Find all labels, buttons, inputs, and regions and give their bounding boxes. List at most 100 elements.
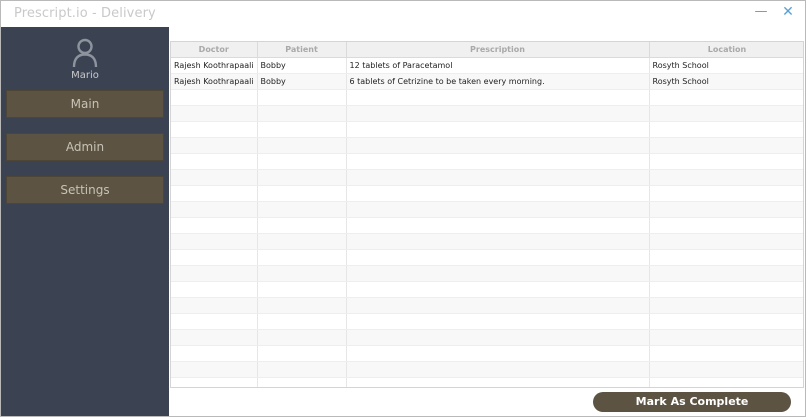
main-content: Doctor Patient Prescription Location Raj… [169,27,805,416]
empty-cell [171,377,258,387]
cell-location[interactable]: Rosyth School [649,57,803,74]
empty-row [171,265,803,282]
empty-row [171,313,803,330]
empty-cell [346,345,650,362]
empty-cell [346,265,650,282]
empty-row [171,297,803,314]
empty-cell [257,345,347,362]
empty-cell [346,169,650,186]
empty-cell [171,281,258,298]
empty-cell [649,217,803,234]
table-row[interactable]: Rajesh Koothrapaali Bobby 6 tablets of C… [171,73,803,90]
empty-cell [257,201,347,218]
empty-row [171,345,803,362]
empty-cell [171,265,258,282]
mark-complete-button[interactable]: Mark As Complete [593,392,791,412]
delivery-table: Doctor Patient Prescription Location Raj… [171,42,803,387]
empty-cell [649,105,803,122]
empty-cell [649,185,803,202]
empty-cell [649,377,803,387]
empty-cell [171,121,258,138]
empty-row [171,217,803,234]
cell-location[interactable]: Rosyth School [649,73,803,90]
empty-cell [171,217,258,234]
empty-cell [257,313,347,330]
empty-cell [171,169,258,186]
empty-cell [346,217,650,234]
cell-patient[interactable]: Bobby [257,57,347,74]
column-header-patient[interactable]: Patient [257,42,347,58]
empty-cell [346,153,650,170]
cell-prescription[interactable]: 6 tablets of Cetrizine to be taken every… [346,73,650,90]
cell-patient[interactable]: Bobby [257,73,347,90]
empty-row [171,361,803,378]
empty-row [171,105,803,122]
minimize-button[interactable]: — [750,3,772,21]
empty-cell [346,185,650,202]
empty-cell [171,249,258,266]
column-header-location[interactable]: Location [649,42,803,58]
empty-cell [649,313,803,330]
empty-cell [257,361,347,378]
empty-cell [346,313,650,330]
user-icon [72,38,98,68]
table-row[interactable]: Rajesh Koothrapaali Bobby 12 tablets of … [171,57,803,74]
empty-cell [257,169,347,186]
empty-cell [649,329,803,346]
empty-cell [346,297,650,314]
empty-row [171,281,803,298]
empty-cell [346,201,650,218]
empty-row [171,329,803,346]
empty-row [171,153,803,170]
empty-cell [649,345,803,362]
close-button[interactable]: ✕ [777,3,799,21]
empty-cell [257,329,347,346]
column-header-prescription[interactable]: Prescription [346,42,650,58]
empty-cell [649,265,803,282]
empty-cell [346,137,650,154]
empty-row [171,377,803,387]
empty-cell [649,137,803,154]
empty-cell [346,329,650,346]
nav-main-button[interactable]: Main [6,90,164,118]
empty-row [171,185,803,202]
cell-doctor[interactable]: Rajesh Koothrapaali [171,57,258,74]
empty-cell [346,105,650,122]
empty-cell [257,137,347,154]
cell-prescription[interactable]: 12 tablets of Paracetamol [346,57,650,74]
empty-cell [649,201,803,218]
empty-cell [649,153,803,170]
empty-cell [257,297,347,314]
column-header-doctor[interactable]: Doctor [171,42,258,58]
empty-cell [346,249,650,266]
empty-cell [171,201,258,218]
empty-row [171,201,803,218]
empty-cell [649,233,803,250]
empty-cell [257,377,347,387]
empty-cell [257,153,347,170]
empty-cell [346,89,650,106]
empty-cell [649,281,803,298]
nav-settings-button[interactable]: Settings [6,176,164,204]
empty-cell [649,121,803,138]
empty-cell [257,217,347,234]
empty-cell [257,249,347,266]
empty-cell [346,377,650,387]
sidebar: Mario Main Admin Settings [1,27,169,416]
empty-cell [649,249,803,266]
empty-cell [171,153,258,170]
delivery-grid[interactable]: Doctor Patient Prescription Location Raj… [170,41,804,388]
cell-doctor[interactable]: Rajesh Koothrapaali [171,73,258,90]
empty-cell [171,313,258,330]
empty-cell [257,185,347,202]
user-name: Mario [71,70,99,81]
empty-cell [649,361,803,378]
empty-row [171,89,803,106]
empty-cell [649,89,803,106]
empty-cell [171,89,258,106]
empty-cell [346,121,650,138]
nav-admin-button[interactable]: Admin [6,133,164,161]
empty-cell [257,105,347,122]
empty-cell [171,297,258,314]
empty-cell [346,233,650,250]
